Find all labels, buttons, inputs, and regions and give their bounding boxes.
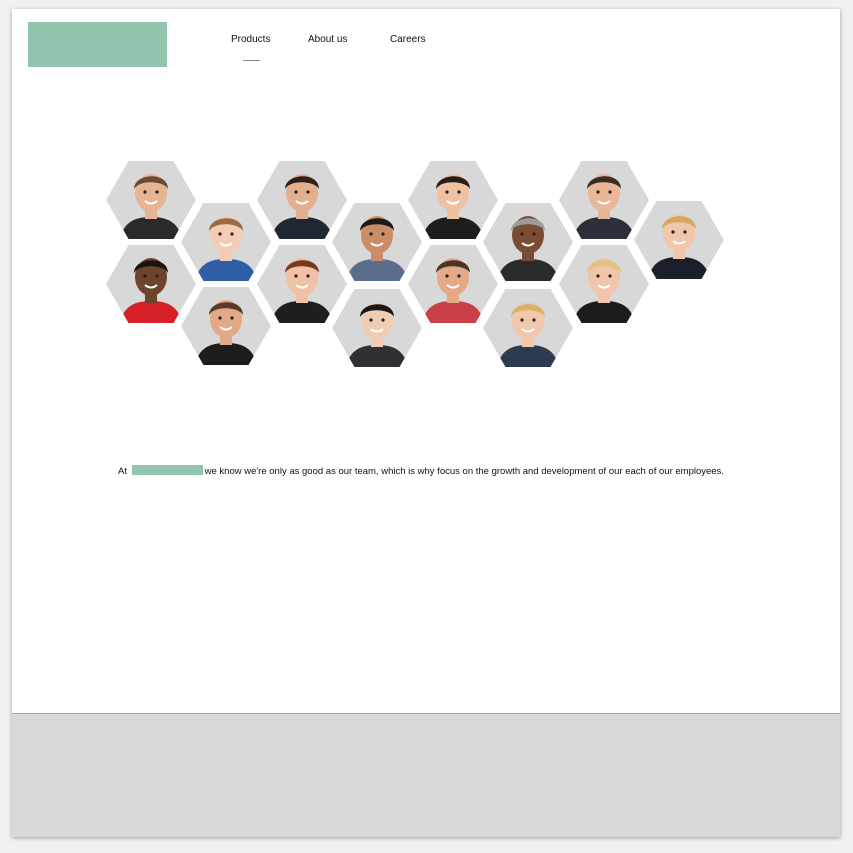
team-intro-text: At we know we're only as good as our tea… <box>118 465 724 477</box>
person-photo-icon <box>497 216 559 281</box>
team-member-photo <box>408 245 498 323</box>
person-photo-icon <box>346 302 408 367</box>
team-member-photo <box>634 201 724 279</box>
team-member-photo <box>106 245 196 323</box>
company-name-redacted <box>131 465 203 475</box>
person-photo-icon <box>346 216 408 281</box>
team-member-photo <box>332 289 422 367</box>
person-photo-icon <box>271 174 333 239</box>
person-photo-icon <box>195 300 257 365</box>
person-photo-icon <box>648 214 710 279</box>
footer <box>12 713 840 837</box>
team-member-photo <box>483 203 573 281</box>
person-photo-icon <box>573 174 635 239</box>
page: Products About us Careers At we know we'… <box>12 9 840 837</box>
person-photo-icon <box>120 258 182 323</box>
team-member-photo <box>181 287 271 365</box>
team-member-photo <box>559 161 649 239</box>
person-photo-icon <box>497 302 559 367</box>
person-photo-icon <box>422 258 484 323</box>
intro-prefix: At <box>118 466 127 477</box>
team-member-photo <box>181 203 271 281</box>
person-photo-icon <box>573 258 635 323</box>
person-photo-icon <box>120 174 182 239</box>
team-photo-grid <box>12 9 840 429</box>
team-member-photo <box>483 289 573 367</box>
person-photo-icon <box>422 174 484 239</box>
team-member-photo <box>332 203 422 281</box>
person-photo-icon <box>195 216 257 281</box>
team-member-photo <box>106 161 196 239</box>
team-member-photo <box>257 245 347 323</box>
person-photo-icon <box>271 258 333 323</box>
team-member-photo <box>257 161 347 239</box>
intro-body: we know we're only as good as our team, … <box>204 466 724 477</box>
team-member-photo <box>408 161 498 239</box>
team-member-photo <box>559 245 649 323</box>
